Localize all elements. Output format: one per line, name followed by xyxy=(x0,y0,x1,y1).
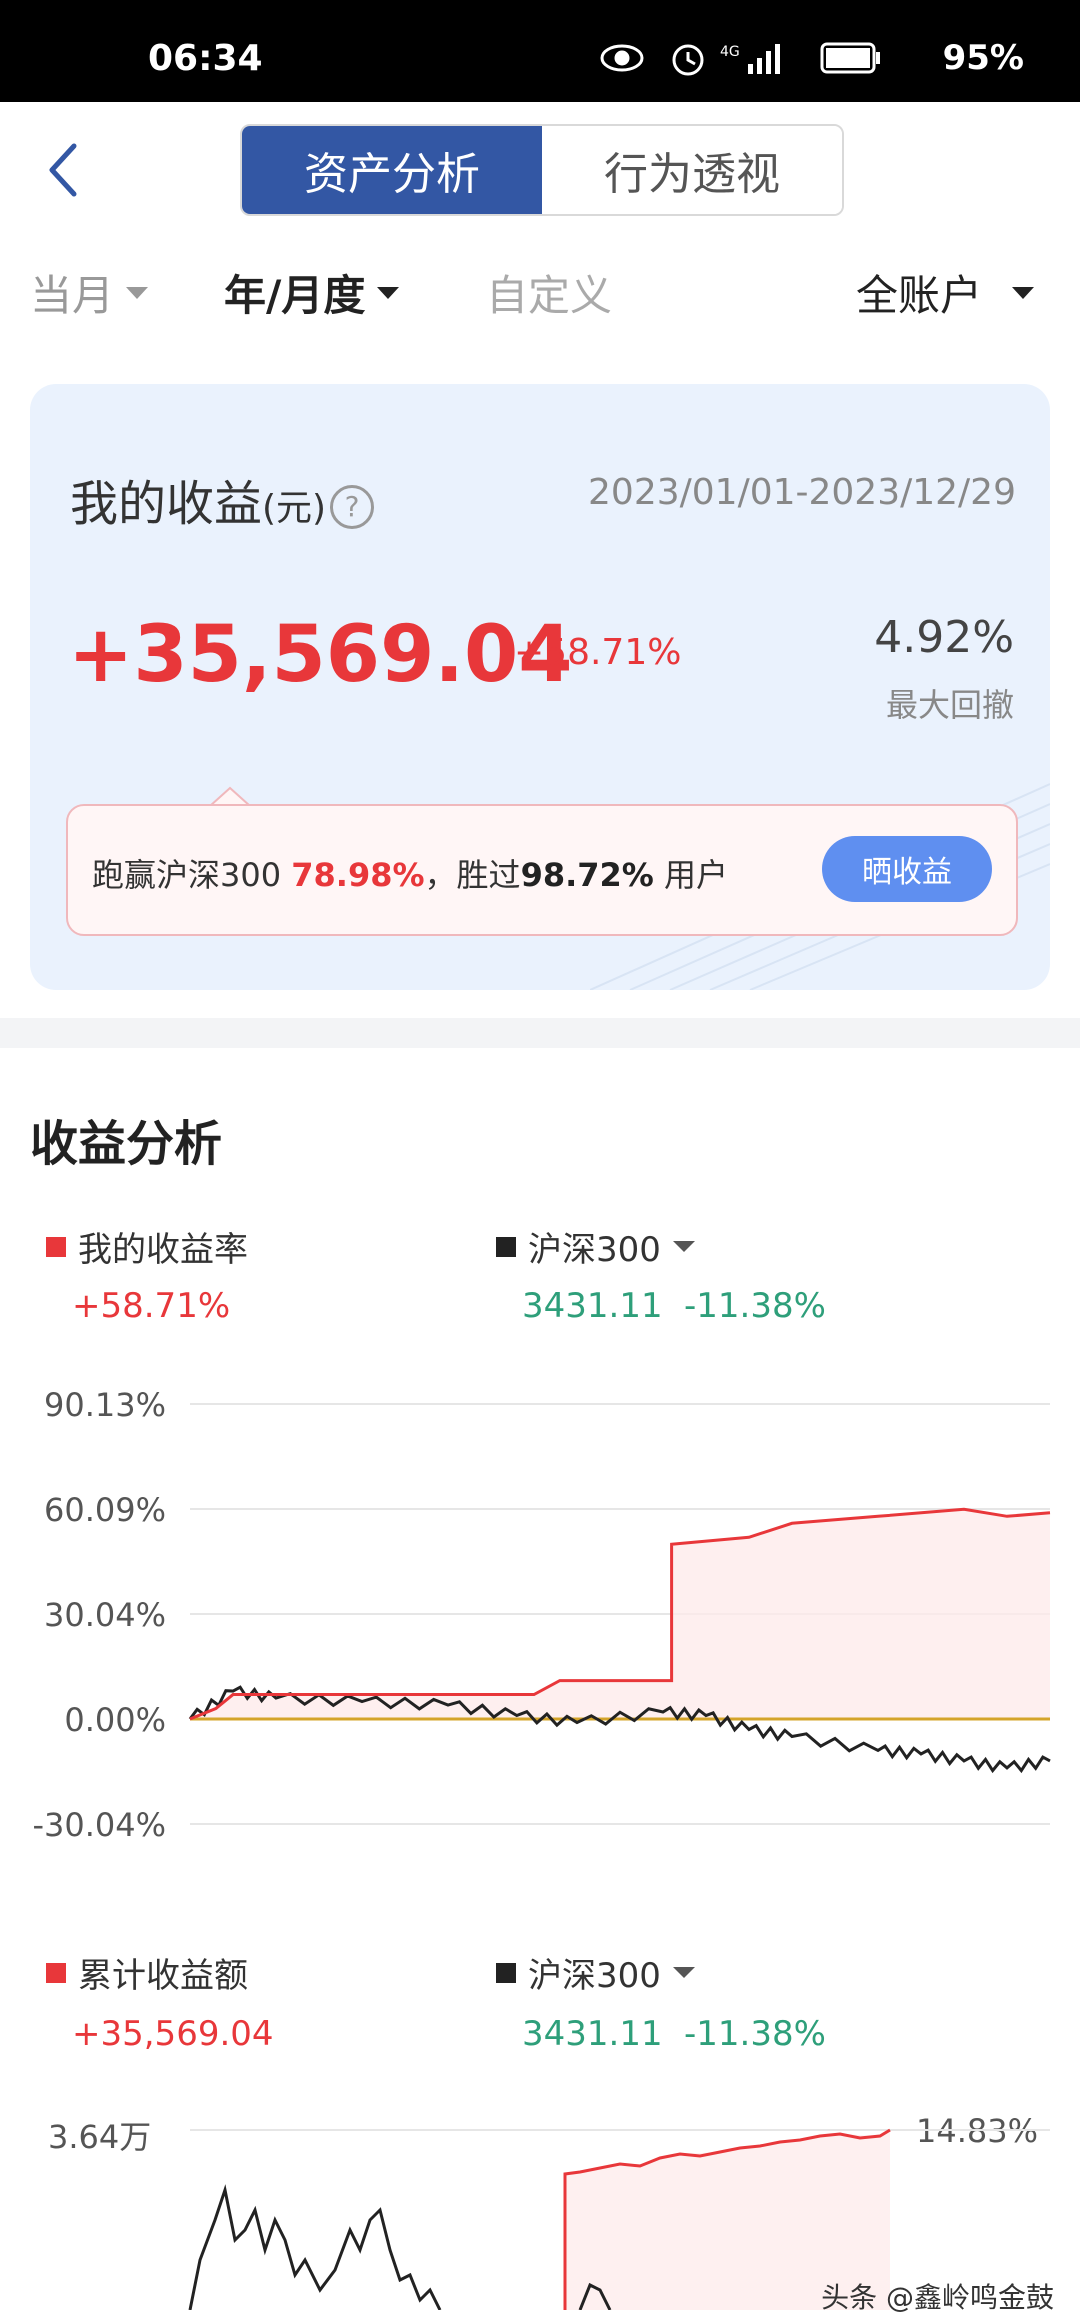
beat-prefix: 跑赢沪深300 xyxy=(92,856,292,894)
chevron-down-icon xyxy=(1012,286,1035,299)
chevron-down-icon xyxy=(672,1967,695,1978)
filter-month-label: 当月 xyxy=(30,271,115,320)
beat-users: 98.72% xyxy=(520,856,654,894)
status-bar: 06:34 4G 95% xyxy=(0,0,1080,102)
legend-cumulative-label: 累计收益额 xyxy=(78,1956,248,1996)
earnings-value: +35,569.04 xyxy=(68,610,573,700)
legend-swatch-black xyxy=(496,1236,516,1257)
y-tick-label: 60.09% xyxy=(44,1491,166,1529)
filter-custom-label: 自定义 xyxy=(486,271,613,320)
status-icons: 4G xyxy=(600,42,880,76)
legend-swatch-red xyxy=(46,1236,66,1257)
legend-my-return-label: 我的收益率 xyxy=(78,1230,248,1270)
filter-account[interactable]: 全账户 xyxy=(856,262,1035,323)
chart2-series-index xyxy=(188,2184,612,2310)
return-rate-chart[interactable]: 90.13% 60.09% 30.04% 0.00% -30.04% xyxy=(0,1370,1080,1850)
legend-index-label: 沪深300 xyxy=(528,1956,661,1996)
beat-index-banner: 跑赢沪深300 78.98%，胜过98.72% 用户 晒收益 xyxy=(66,804,1018,936)
status-time: 06:34 xyxy=(148,38,263,79)
index-pct-2: -11.38% xyxy=(684,2014,826,2054)
back-arrow-icon[interactable] xyxy=(44,140,84,200)
beat-mid: ，胜过 xyxy=(424,856,521,894)
tab-asset-analysis[interactable]: 资产分析 xyxy=(242,126,542,214)
legend-swatch-black xyxy=(496,1962,516,1983)
y-tick-label: -30.04% xyxy=(32,1806,166,1844)
section-divider xyxy=(0,1018,1080,1048)
earnings-pct: +58.71% xyxy=(514,632,682,673)
share-earnings-button[interactable]: 晒收益 xyxy=(822,836,992,902)
index-pct: -11.38% xyxy=(684,1286,826,1326)
filter-account-label: 全账户 xyxy=(856,271,983,320)
help-icon[interactable]: ? xyxy=(330,485,375,529)
svg-text:4G: 4G xyxy=(720,44,740,60)
cumulative-value: +35,569.04 xyxy=(72,2014,274,2054)
filter-custom[interactable]: 自定义 xyxy=(486,262,612,323)
y-tick-label: 90.13% xyxy=(44,1386,166,1424)
max-drawdown-label: 最大回撤 xyxy=(885,686,1014,724)
my-return-value: +58.71% xyxy=(72,1286,231,1326)
filter-bar: 当月 年/月度 自定义 全账户 xyxy=(0,262,1080,326)
battery-percent: 95% xyxy=(942,38,1024,78)
legend-index-dropdown-2[interactable]: 沪深300 xyxy=(496,1948,695,1997)
max-drawdown-value: 4.92% xyxy=(874,612,1014,663)
filter-year-label: 年/月度 xyxy=(224,271,366,320)
chevron-down-icon xyxy=(126,286,149,299)
filter-year-month[interactable]: 年/月度 xyxy=(224,262,400,323)
chevron-down-icon xyxy=(672,1241,695,1252)
beat-pct: 78.98% xyxy=(291,856,425,894)
analysis-title: 收益分析 xyxy=(30,1116,223,1172)
earnings-title-text: 我的收益 xyxy=(70,476,263,532)
y-tick-label: 30.04% xyxy=(44,1596,166,1634)
tab-behavior-insight[interactable]: 行为透视 xyxy=(542,126,842,214)
legend-index-label: 沪深300 xyxy=(528,1230,661,1270)
date-range: 2023/01/01-2023/12/29 xyxy=(588,472,1016,513)
earnings-unit: (元) xyxy=(262,488,327,529)
beat-text: 跑赢沪深300 78.98%，胜过98.72% 用户 xyxy=(92,850,728,896)
view-switch: 资产分析 行为透视 xyxy=(240,124,844,216)
legend-cumulative: 累计收益额 xyxy=(46,1948,248,1997)
index-value: 3431.11 xyxy=(522,1286,663,1326)
watermark: 头条 @鑫岭鸣金鼓 xyxy=(821,2281,1054,2314)
y-tick-label: 0.00% xyxy=(64,1701,166,1739)
filter-month[interactable]: 当月 xyxy=(30,262,149,323)
legend-my-return: 我的收益率 xyxy=(46,1222,248,1271)
index-value-2: 3431.11 xyxy=(522,2014,663,2054)
beat-suffix: 用户 xyxy=(653,856,729,894)
legend-index-dropdown[interactable]: 沪深300 xyxy=(496,1222,695,1271)
earnings-card: 我的收益(元)? 2023/01/01-2023/12/29 +35,569.0… xyxy=(30,384,1050,990)
earnings-title: 我的收益(元)? xyxy=(70,464,375,534)
legend-swatch-red xyxy=(46,1962,66,1983)
chevron-down-icon xyxy=(377,286,400,299)
